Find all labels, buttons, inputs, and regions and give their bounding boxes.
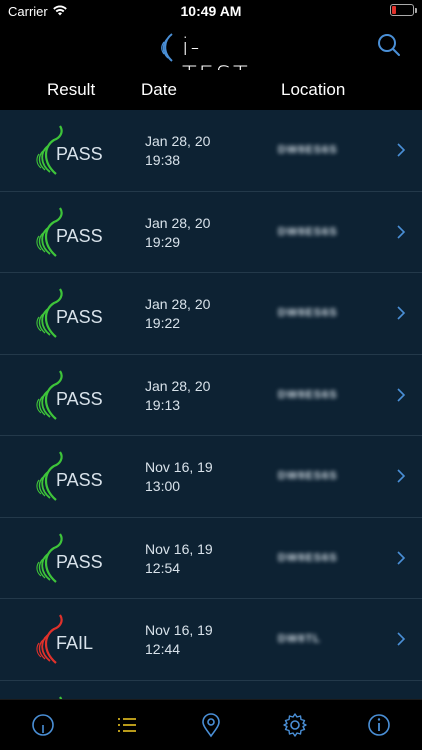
result-label: PASS <box>56 307 103 327</box>
pass-badge: PASS <box>34 287 114 341</box>
location-cell: DW8ES6S <box>278 140 368 156</box>
location-cell: DW8ES6S <box>278 466 368 482</box>
result-row[interactable]: PASS Jan 28, 20 19:13 DW8ES6S <box>0 355 422 436</box>
result-row[interactable]: PASS Nov 16, 19 12:54 DW8ES6S <box>0 518 422 599</box>
chevron-right-icon <box>397 143 406 157</box>
date-label: Nov 16, 19 <box>145 540 213 557</box>
date-cell: Jan 28, 20 19:13 <box>145 377 210 415</box>
location-cell: DW8ES6S <box>278 222 368 238</box>
column-header: Result Date Location <box>0 70 422 110</box>
date-cell: Jan 28, 20 19:22 <box>145 295 210 333</box>
chevron-right-icon <box>397 306 406 320</box>
time-label: 19:22 <box>145 315 181 331</box>
location-label: DW8ES6S <box>278 144 338 156</box>
date-label: Nov 16, 19 <box>145 622 213 638</box>
tab-bar <box>0 699 422 750</box>
chevron-right-icon <box>397 632 406 646</box>
result-label: PASS <box>56 144 103 164</box>
gear-icon <box>283 713 307 737</box>
chevron-right-icon <box>397 550 406 565</box>
date-cell: Nov 16, 19 12:44 <box>145 621 213 659</box>
time-label: 13:00 <box>145 478 181 494</box>
app-logo: i-TEST <box>158 30 264 89</box>
fail-badge: FAIL <box>34 613 114 667</box>
location-cell: DW8ES6S <box>278 385 368 401</box>
location-cell: DW8ES6S <box>278 548 368 564</box>
location-cell: DW8TL <box>278 629 368 645</box>
date-cell: Nov 16, 19 13:00 <box>145 458 213 496</box>
tab-settings[interactable] <box>282 712 308 738</box>
status-time: 10:49 AM <box>180 3 242 19</box>
pass-badge: PASS <box>34 369 114 423</box>
column-result: Result <box>47 80 96 99</box>
time-label: 12:44 <box>145 641 181 657</box>
time-label: 19:29 <box>145 233 181 250</box>
date-label: Jan 28, 20 <box>145 133 211 149</box>
app-header: i-TEST <box>0 24 422 89</box>
tab-list[interactable] <box>114 712 140 738</box>
tab-info[interactable] <box>366 712 392 738</box>
result-label: PASS <box>56 470 103 490</box>
chevron-right-icon <box>397 469 406 483</box>
pass-badge: PASS <box>34 450 114 504</box>
column-date: Date <box>141 80 177 99</box>
status-bar: Carrier 10:49 AM <box>0 0 422 24</box>
location-label: DW8ES6S <box>278 388 338 401</box>
result-row[interactable]: PASS Jan 28, 20 19:29 DW8ES6S <box>0 192 422 273</box>
location-label: DW8ES6S <box>278 225 338 238</box>
result-label: PASS <box>56 551 103 572</box>
result-row[interactable]: PASS Jan 28, 20 19:22 DW8ES6S <box>0 273 422 355</box>
search-button[interactable] <box>376 32 402 58</box>
pass-badge: PASS <box>34 124 114 178</box>
location-label: DW8ES6S <box>278 307 338 319</box>
date-label: Jan 28, 20 <box>145 377 211 394</box>
location-label: DW8TL <box>278 633 321 645</box>
column-location: Location <box>281 80 346 99</box>
location-cell: DW8ES6S <box>278 303 368 319</box>
time-label: 19:38 <box>145 152 181 168</box>
result-row[interactable]: FAIL Nov 16, 19 12:44 DW8TL <box>0 599 422 681</box>
results-list[interactable]: PASS Jan 28, 20 19:38 DW8ES6S PASS Jan 2… <box>0 110 422 699</box>
date-cell: Nov 16, 19 12:54 <box>145 540 213 578</box>
tab-location[interactable] <box>198 712 224 738</box>
battery-icon <box>390 4 417 16</box>
time-label: 19:13 <box>145 396 181 413</box>
date-label: Jan 28, 20 <box>145 214 211 231</box>
gauge-icon <box>32 714 54 736</box>
pass-badge: PASS <box>34 206 114 260</box>
time-label: 12:54 <box>145 559 181 576</box>
date-cell: Jan 28, 20 19:29 <box>145 214 210 252</box>
result-label: PASS <box>56 225 103 246</box>
result-row[interactable]: PASS Nov 16, 19 13:00 DW8ES6S <box>0 436 422 518</box>
location-label: DW8ES6S <box>278 470 338 482</box>
date-label: Jan 28, 20 <box>145 296 211 312</box>
chevron-right-icon <box>397 387 406 402</box>
chevron-right-icon <box>397 224 406 239</box>
result-label: FAIL <box>56 633 94 653</box>
tab-gauge[interactable] <box>30 712 56 738</box>
location-pin-icon <box>202 713 220 738</box>
result-row[interactable]: PASS <box>0 681 422 699</box>
date-cell: Jan 28, 20 19:38 <box>145 132 210 170</box>
list-icon <box>118 718 136 732</box>
info-icon <box>368 714 390 736</box>
result-row[interactable]: PASS Jan 28, 20 19:38 DW8ES6S <box>0 110 422 192</box>
location-label: DW8ES6S <box>278 551 338 564</box>
result-label: PASS <box>56 388 103 409</box>
date-label: Nov 16, 19 <box>145 459 213 475</box>
pass-badge: PASS <box>34 532 114 586</box>
